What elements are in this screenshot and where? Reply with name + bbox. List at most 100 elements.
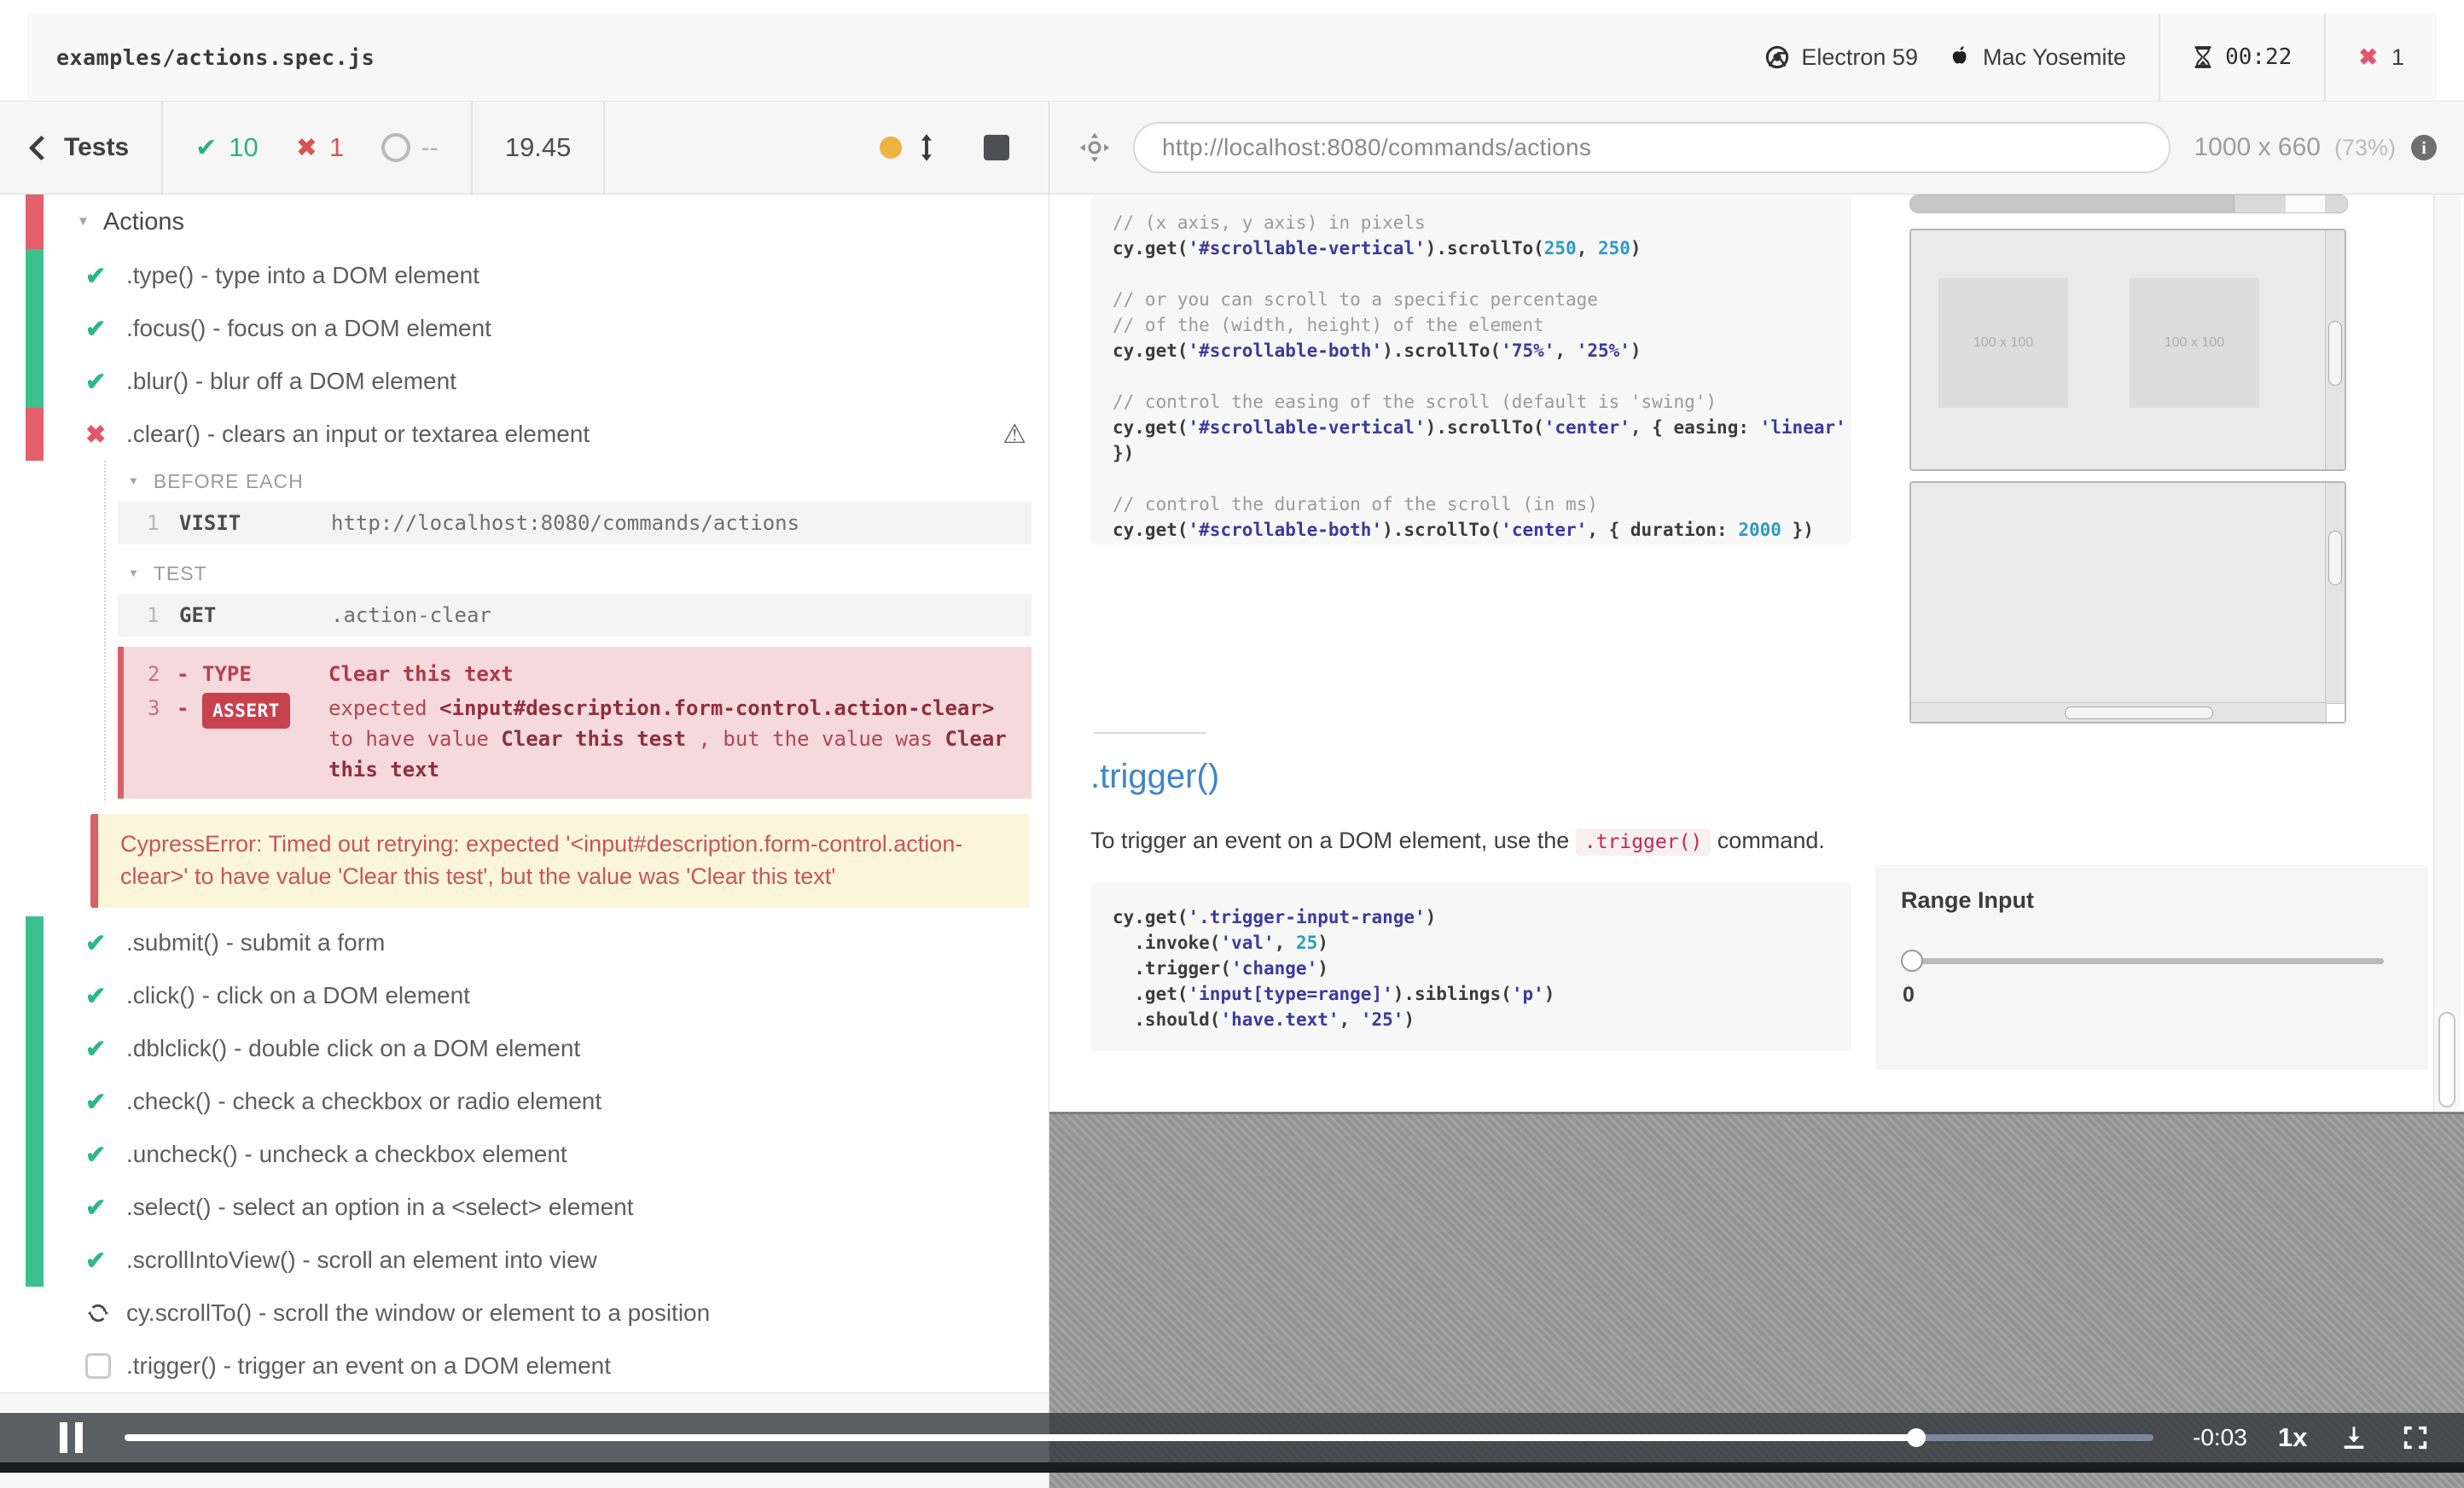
os-label: Mac Yosemite xyxy=(1982,44,2127,70)
scrollable-both-demo xyxy=(1909,481,2346,724)
test-label: .dblclick() - double click on a DOM elem… xyxy=(126,1035,581,1061)
top-bar: examples/actions.spec.js Electron 59 Mac… xyxy=(27,14,2437,101)
fail-x-icon: ✖ xyxy=(2358,44,2378,70)
trigger-paragraph: To trigger an event on a DOM element, us… xyxy=(1090,828,1825,856)
assert-message: expected <input#description.form-control… xyxy=(328,696,1020,782)
download-button[interactable] xyxy=(2339,1423,2368,1452)
suite-actions[interactable]: ▼ Actions xyxy=(0,195,1049,249)
horizontal-scrollbar-track[interactable] xyxy=(1911,702,2326,722)
environment-info: Electron 59 Mac Yosemite xyxy=(1733,14,2159,101)
info-icon[interactable]: i xyxy=(2411,135,2437,160)
command-number: 1 xyxy=(147,603,160,627)
hourglass-icon xyxy=(2193,45,2213,69)
test-row[interactable]: ✔ .focus() - focus on a DOM element xyxy=(0,302,1049,355)
test-label: .select() - select an option in a <selec… xyxy=(126,1194,634,1220)
test-state-icon xyxy=(85,1353,126,1379)
range-slider-thumb[interactable] xyxy=(1901,950,1923,972)
before-each-header[interactable]: ▼ BEFORE EACH xyxy=(106,462,1032,500)
seek-bar[interactable] xyxy=(125,1427,2153,1448)
test-row[interactable]: ✔ .scrollIntoView() - scroll an element … xyxy=(0,1234,1049,1287)
test-row[interactable]: ✔ .dblclick() - double click on a DOM el… xyxy=(0,1022,1049,1075)
test-row[interactable]: ✔ .type() - type into a DOM element xyxy=(0,249,1049,302)
horizontal-scrollbar-thumb[interactable] xyxy=(2065,706,2213,719)
test-label: cy.scrollTo() - scroll the window or ele… xyxy=(126,1299,711,1326)
url-text: http://localhost:8080/commands/actions xyxy=(1162,134,1592,160)
passed-count: 10 xyxy=(229,132,259,162)
test-row[interactable]: ✔ .submit() - submit a form xyxy=(0,916,1049,969)
back-to-tests-button[interactable]: Tests xyxy=(0,102,164,194)
test-state-icon: ✔ xyxy=(85,1247,107,1275)
command-name: TYPE xyxy=(202,662,252,686)
app-preview: // (x axis, y axis) in pixels cy.get('#sc… xyxy=(1049,195,2464,1488)
test-section-label: TEST xyxy=(153,561,207,584)
scrollbar-notch xyxy=(2286,195,2326,212)
pending-circle-icon xyxy=(381,133,411,162)
browser-label: Electron 59 xyxy=(1801,44,1918,70)
test-list-bottom: ✔ .submit() - submit a form ✔ .click() -… xyxy=(0,916,1049,1392)
command-name: VISIT xyxy=(179,511,241,535)
warning-icon: ⚠ xyxy=(1002,419,1026,449)
app-scrollbar-thumb[interactable] xyxy=(2438,1012,2455,1107)
command-number: 2 xyxy=(148,662,160,686)
browser-info: Electron 59 xyxy=(1765,44,1918,71)
section-divider xyxy=(1094,732,1206,734)
range-slider-track xyxy=(1901,958,2384,964)
main-area: ▼ Actions ✔ .type() - type into a DOM el… xyxy=(0,195,2464,1488)
viewport-scale: (73%) xyxy=(2333,134,2396,160)
test-label: .blur() - blur off a DOM element xyxy=(126,368,456,394)
test-row[interactable]: .trigger() - trigger an event on a DOM e… xyxy=(0,1340,1049,1392)
horizontal-scrollbar-fragment[interactable] xyxy=(1909,195,2348,213)
test-section-header[interactable]: ▼ TEST xyxy=(106,555,1032,592)
failed-test-detail: ▼ BEFORE EACH 1 VISIT http://localhost:8… xyxy=(104,461,1032,800)
command-row-get[interactable]: 1 GET .action-clear xyxy=(118,594,1032,636)
test-row[interactable]: cy.scrollTo() - scroll the window or ele… xyxy=(0,1287,1049,1340)
test-row[interactable]: ✔ .uncheck() - uncheck a checkbox elemen… xyxy=(0,1128,1049,1181)
test-label: .uncheck() - uncheck a checkbox element xyxy=(126,1141,567,1167)
test-state-icon: ✔ xyxy=(85,1141,107,1169)
test-state-icon: ✖ xyxy=(85,421,107,449)
vertical-scrollbar-thumb[interactable] xyxy=(2328,531,2342,585)
vertical-scrollbar-thumb[interactable] xyxy=(2328,321,2342,386)
seek-bar-thumb[interactable] xyxy=(1906,1428,1926,1447)
scrollbar-corner xyxy=(2326,703,2345,722)
test-row[interactable]: ✔ .check() - check a checkbox or radio e… xyxy=(0,1075,1049,1128)
trigger-heading: .trigger() xyxy=(1090,758,1220,795)
command-row-type[interactable]: 2 - TYPE Clear this text xyxy=(124,659,1016,689)
test-list-top: ✔ .type() - type into a DOM element ✔ .f… xyxy=(0,249,1049,461)
test-label: .type() - type into a DOM element xyxy=(126,262,479,288)
command-name: GET xyxy=(179,603,217,627)
vertical-scrollbar-track[interactable] xyxy=(2325,230,2345,469)
spec-name: examples/actions.spec.js xyxy=(56,44,375,70)
app-scrollbar-track[interactable] xyxy=(2433,195,2461,1112)
command-message: .action-clear xyxy=(331,603,491,627)
test-state-icon: ✔ xyxy=(85,1088,107,1116)
fail-count-value: 1 xyxy=(2391,44,2404,70)
test-state-icon: ✔ xyxy=(85,982,107,1010)
back-label: Tests xyxy=(64,133,130,161)
scrollbar-thumb[interactable] xyxy=(1910,195,2234,212)
vertical-scrollbar-track[interactable] xyxy=(2325,483,2345,722)
time-remaining: -0:03 xyxy=(2193,1424,2247,1450)
electron-browser-icon xyxy=(1765,45,1789,69)
demo-square: 100 x 100 xyxy=(2130,278,2259,408)
selector-playground-icon[interactable] xyxy=(1077,130,1113,166)
stop-button[interactable] xyxy=(984,135,1009,160)
url-input[interactable]: http://localhost:8080/commands/actions xyxy=(1133,122,2171,173)
test-row[interactable]: ✔ .select() - select an option in a <sel… xyxy=(0,1181,1049,1234)
command-row-visit[interactable]: 1 VISIT http://localhost:8080/commands/a… xyxy=(118,502,1032,544)
playback-rate-button[interactable]: 1x xyxy=(2278,1422,2307,1453)
timer-value: 00:22 xyxy=(2225,44,2293,70)
test-row[interactable]: ✔ .click() - click on a DOM element xyxy=(0,969,1049,1022)
test-row[interactable]: ✔ .blur() - blur off a DOM element xyxy=(0,355,1049,408)
range-slider[interactable] xyxy=(1901,949,2384,973)
pending-count: -- xyxy=(421,132,439,162)
fullscreen-button[interactable] xyxy=(2401,1423,2430,1452)
command-log: ▼ Actions ✔ .type() - type into a DOM el… xyxy=(0,195,1049,1488)
pause-button[interactable] xyxy=(60,1422,90,1453)
test-state-icon xyxy=(85,1300,126,1326)
duration-section: 19.45 xyxy=(473,102,606,194)
command-row-assert[interactable]: 3 - ASSERT expected <input#description.f… xyxy=(124,693,1016,785)
test-row[interactable]: ✖ .clear() - clears an input or textarea… xyxy=(0,408,1049,461)
auto-scroll-toggle[interactable] xyxy=(880,102,936,194)
video-player-controls: -0:03 1x xyxy=(0,1413,2464,1462)
